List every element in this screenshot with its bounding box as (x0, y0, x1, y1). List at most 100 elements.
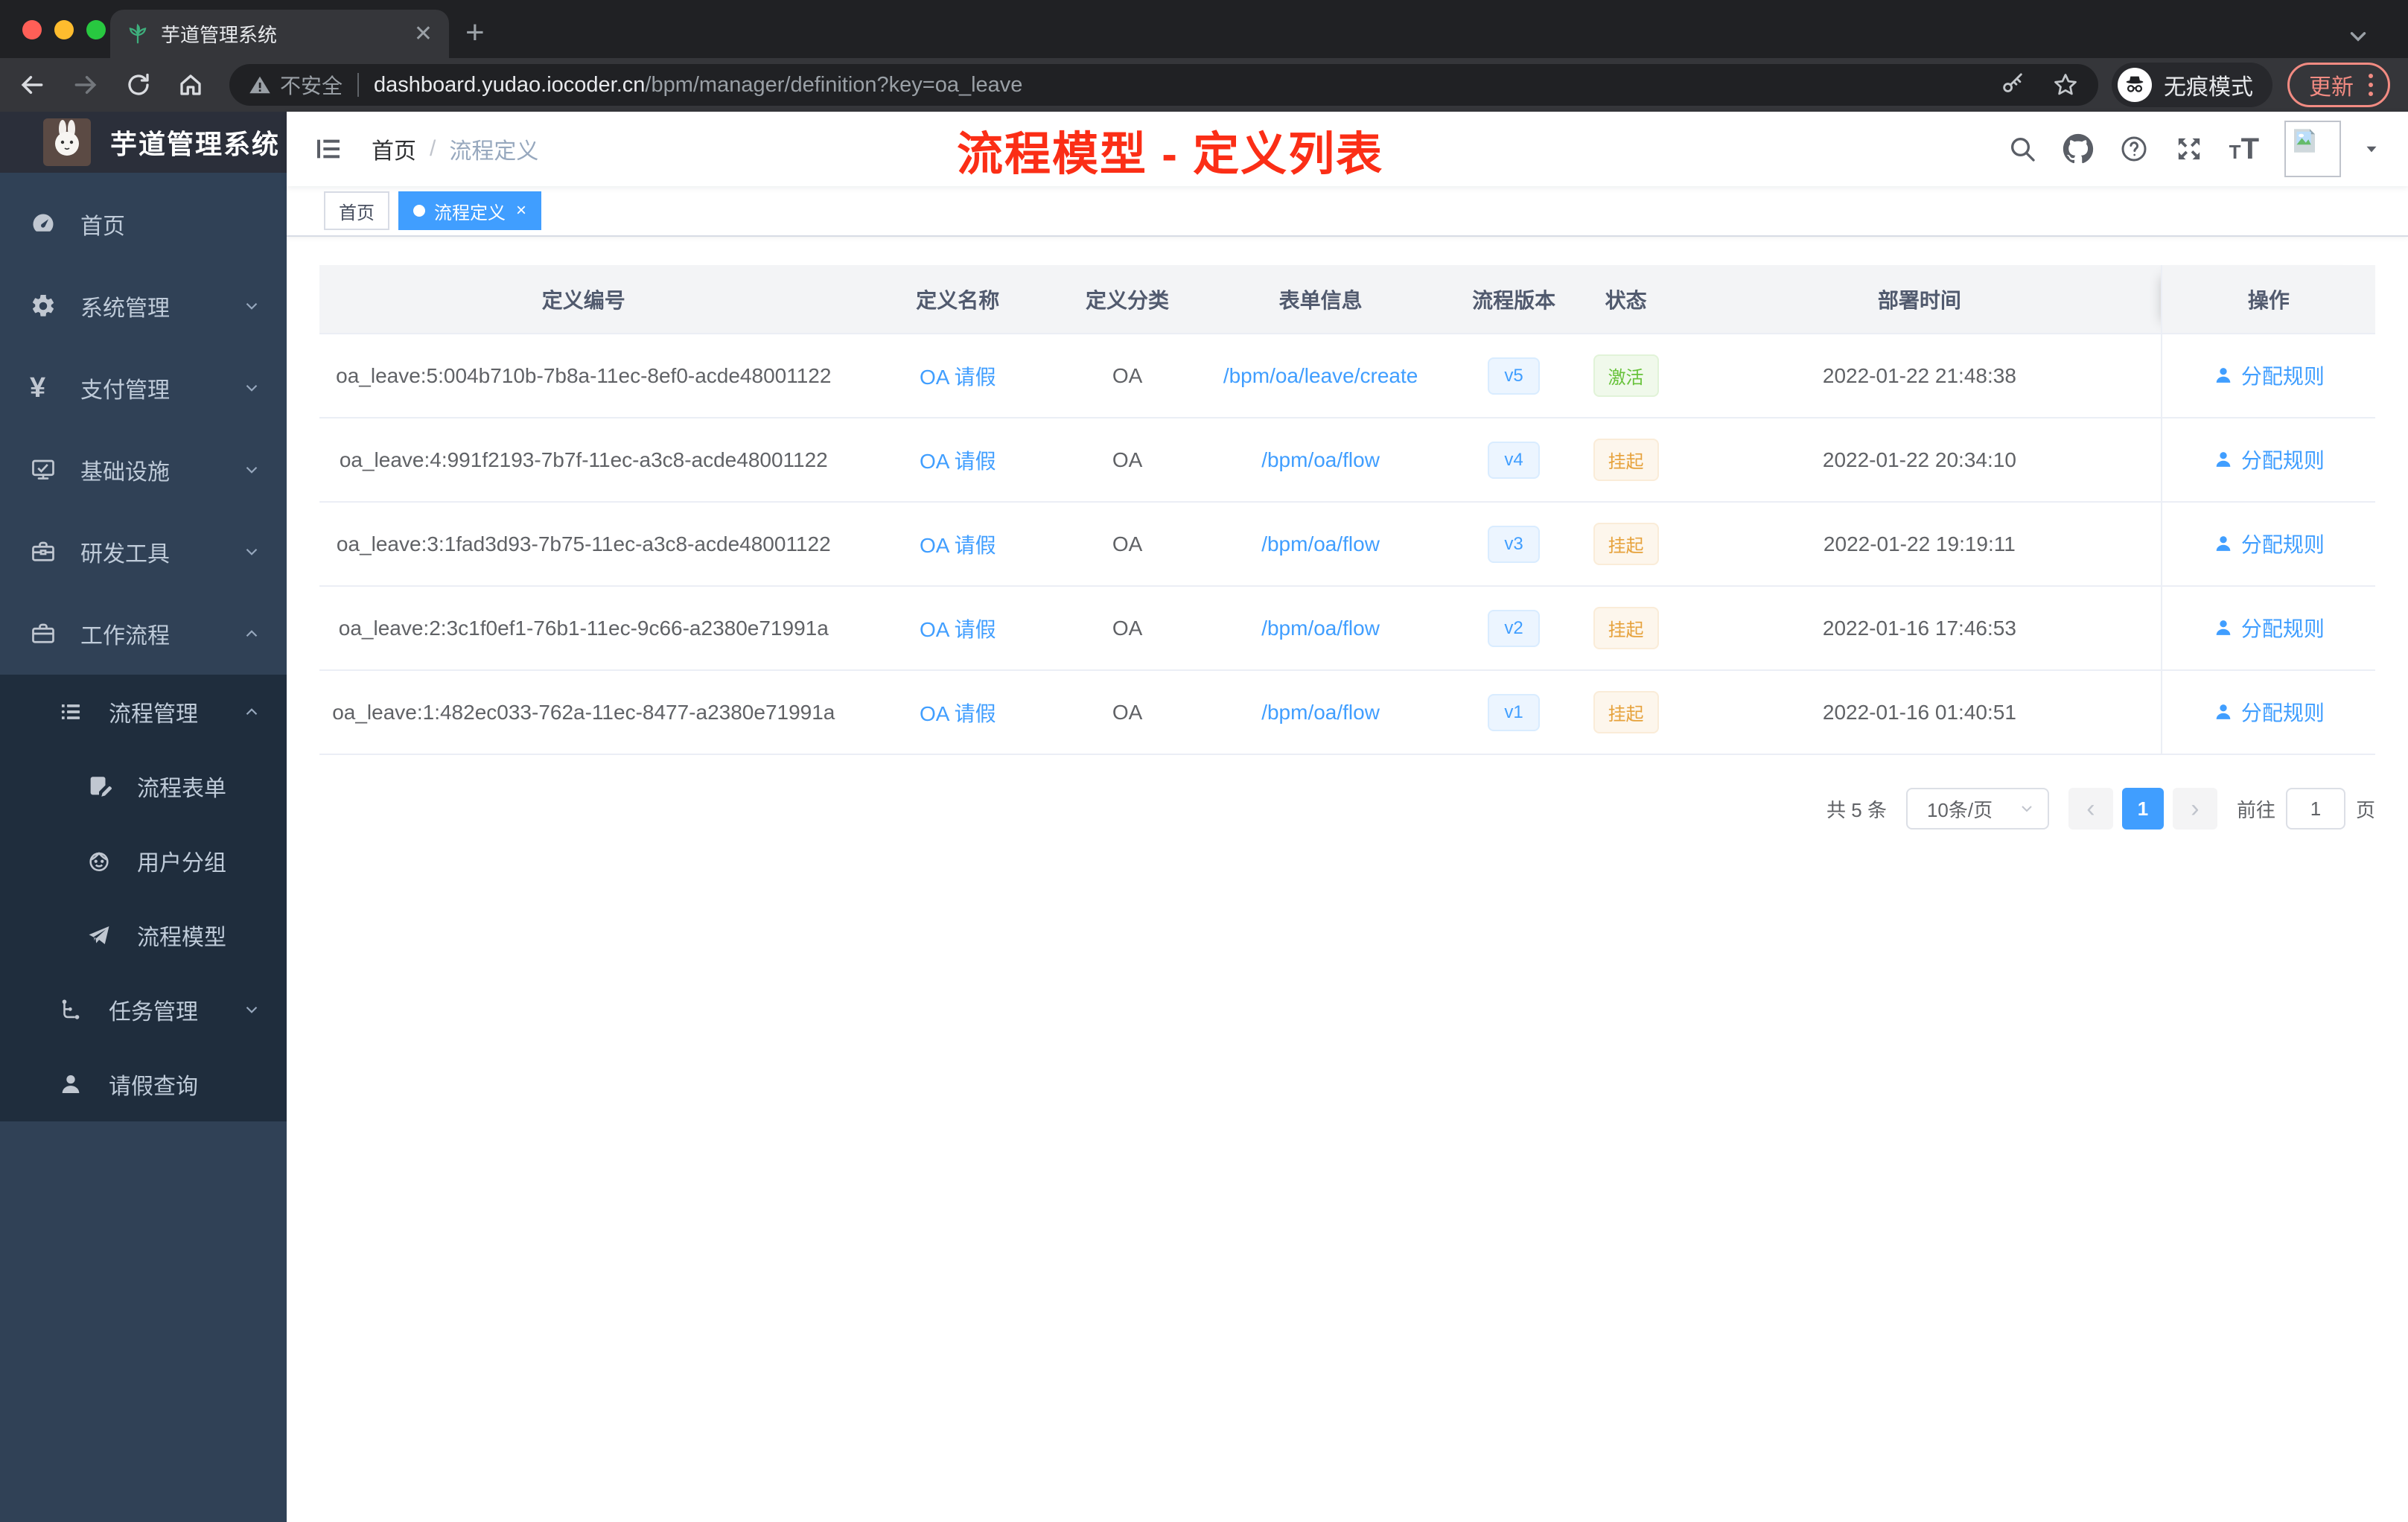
assign-rule-button[interactable]: 分配规则 (2213, 360, 2325, 390)
cell-category: OA (1068, 586, 1188, 671)
assign-rule-button[interactable]: 分配规则 (2213, 529, 2325, 558)
tab-search-icon[interactable] (2345, 24, 2371, 49)
monitor-icon (30, 456, 57, 483)
caret-down-icon[interactable] (2362, 139, 2381, 159)
sidebar-item-label: 首页 (80, 214, 125, 239)
definition-name-link[interactable]: OA 请假 (920, 618, 996, 641)
yen-icon: ¥ (30, 372, 46, 404)
form-link[interactable]: /bpm/oa/flow (1261, 448, 1380, 471)
tag-close-icon[interactable]: × (516, 200, 526, 221)
definition-table: 定义编号 定义名称 定义分类 表单信息 流程版本 状态 部署时间 操作 oa_l… (319, 265, 2375, 755)
definition-name-link[interactable]: OA 请假 (920, 534, 996, 557)
github-icon[interactable] (2063, 133, 2094, 165)
close-window-button[interactable] (22, 20, 42, 39)
incognito-badge: 无痕模式 (2112, 63, 2272, 107)
cell-deploy-time: 2022-01-22 21:48:38 (1678, 334, 2162, 418)
hamburger-icon[interactable] (313, 134, 343, 164)
page-number-button[interactable]: 1 (2121, 788, 2164, 830)
version-badge: v3 (1488, 525, 1540, 563)
briefcase-icon (30, 620, 57, 647)
security-label[interactable]: 不安全 (280, 70, 343, 100)
assign-rule-button[interactable]: 分配规则 (2213, 445, 2325, 474)
minimize-window-button[interactable] (54, 20, 74, 39)
list-icon (58, 699, 85, 725)
assign-rule-button[interactable]: 分配规则 (2213, 697, 2325, 727)
breadcrumb-current: 流程定义 (449, 139, 539, 164)
logo-title: 芋道管理系统 (110, 129, 281, 159)
new-tab-button[interactable]: + (465, 16, 485, 49)
url-text[interactable]: dashboard.yudao.iocoder.cn/bpm/manager/d… (374, 73, 1022, 98)
form-link[interactable]: /bpm/oa/leave/create (1223, 364, 1418, 387)
home-icon[interactable] (177, 71, 204, 98)
address-divider (357, 73, 360, 97)
cell-deploy-time: 2022-01-22 20:34:10 (1678, 418, 2162, 503)
zoom-window-button[interactable] (86, 20, 106, 39)
sidebar-item-label: 工作流程 (80, 624, 170, 649)
breadcrumb-home[interactable]: 首页 (372, 133, 416, 165)
sidebar-item-label: 流程模型 (137, 926, 226, 950)
col-header-name: 定义名称 (847, 265, 1068, 334)
sidebar-item-process-form[interactable]: 流程表单 (0, 749, 287, 824)
sidebar-item-process-model[interactable]: 流程模型 (0, 898, 287, 972)
sidebar-item-system[interactable]: 系统管理 (0, 265, 287, 347)
form-link[interactable]: /bpm/oa/flow (1261, 701, 1380, 724)
table-row: oa_leave:3:1fad3d93-7b75-11ec-a3c8-acde4… (319, 502, 2375, 587)
tab-close-icon[interactable]: ✕ (414, 22, 433, 45)
page-size-select[interactable]: 10条/页 (1905, 788, 2049, 830)
favicon-leaf-icon (127, 23, 149, 45)
font-size-icon[interactable]: TT (2229, 134, 2259, 164)
status-badge: 挂起 (1593, 439, 1659, 481)
tag-home[interactable]: 首页 (324, 191, 389, 230)
sidebar-item-infrastructure[interactable]: 基础设施 (0, 429, 287, 511)
sidebar-item-workflow[interactable]: 工作流程 (0, 593, 287, 675)
update-button[interactable]: 更新 (2287, 63, 2390, 107)
warning-triangle-icon[interactable] (249, 74, 271, 96)
next-page-button[interactable]: › (2172, 788, 2217, 830)
chevron-down-icon (242, 460, 261, 480)
fullscreen-icon[interactable] (2174, 134, 2204, 164)
help-icon[interactable] (2119, 134, 2149, 164)
version-badge: v4 (1488, 441, 1540, 479)
table-row: oa_leave:4:991f2193-7b7f-11ec-a3c8-acde4… (319, 418, 2375, 503)
tab-title: 芋道管理系统 (161, 24, 278, 46)
sidebar-logo[interactable]: 芋道管理系统 (0, 112, 287, 173)
page-unit-label: 页 (2355, 798, 2375, 821)
sidebar-item-label: 用户分组 (137, 851, 226, 876)
browser-menu-icon[interactable] (2369, 74, 2373, 96)
back-icon[interactable] (18, 71, 46, 99)
col-header-version: 流程版本 (1454, 265, 1574, 334)
breadcrumb: 首页 / 流程定义 (372, 133, 538, 165)
sidebar-item-devtools[interactable]: 研发工具 (0, 511, 287, 593)
definition-name-link[interactable]: OA 请假 (920, 702, 996, 725)
definition-name-link[interactable]: OA 请假 (920, 366, 996, 389)
chevron-down-icon (242, 1000, 261, 1019)
form-link[interactable]: /bpm/oa/flow (1261, 532, 1380, 555)
sidebar-item-process-management[interactable]: 流程管理 (0, 675, 287, 749)
sidebar-item-payment[interactable]: ¥ 支付管理 (0, 347, 287, 429)
definition-name-link[interactable]: OA 请假 (920, 450, 996, 473)
goto-page-input[interactable] (2285, 788, 2345, 830)
face-icon (86, 848, 113, 873)
search-icon[interactable] (2007, 134, 2037, 164)
sidebar-item-task-management[interactable]: 任务管理 (0, 972, 287, 1047)
key-icon[interactable] (2000, 72, 2025, 98)
browser-tab[interactable]: 芋道管理系统 ✕ (110, 10, 449, 58)
reload-icon[interactable] (125, 71, 152, 98)
avatar[interactable] (2284, 121, 2341, 177)
sidebar-item-home[interactable]: 首页 (0, 183, 287, 265)
assign-rule-button[interactable]: 分配规则 (2213, 613, 2325, 643)
tag-process-definition[interactable]: 流程定义 × (398, 191, 542, 230)
goto-label: 前往 (2236, 798, 2275, 821)
sidebar-item-leave-query[interactable]: 请假查询 (0, 1047, 287, 1121)
sidebar-item-user-group[interactable]: 用户分组 (0, 824, 287, 898)
form-link[interactable]: /bpm/oa/flow (1261, 617, 1380, 640)
window-controls (22, 20, 106, 39)
pagination: 共 5 条 10条/页 ‹ 1 › 前往 页 (319, 788, 2375, 830)
cell-definition-id: oa_leave:1:482ec033-762a-11ec-8477-a2380… (319, 670, 848, 755)
prev-page-button[interactable]: ‹ (2068, 788, 2113, 830)
address-bar[interactable]: 不安全 dashboard.yudao.iocoder.cn/bpm/manag… (229, 64, 2098, 106)
workflow-submenu: 流程管理 流程表单 用户分组 流程模型 任务管理 请假查询 (0, 675, 287, 1121)
chevron-up-icon (242, 624, 261, 643)
cell-category: OA (1068, 418, 1188, 503)
bookmark-star-icon[interactable] (2052, 71, 2079, 98)
